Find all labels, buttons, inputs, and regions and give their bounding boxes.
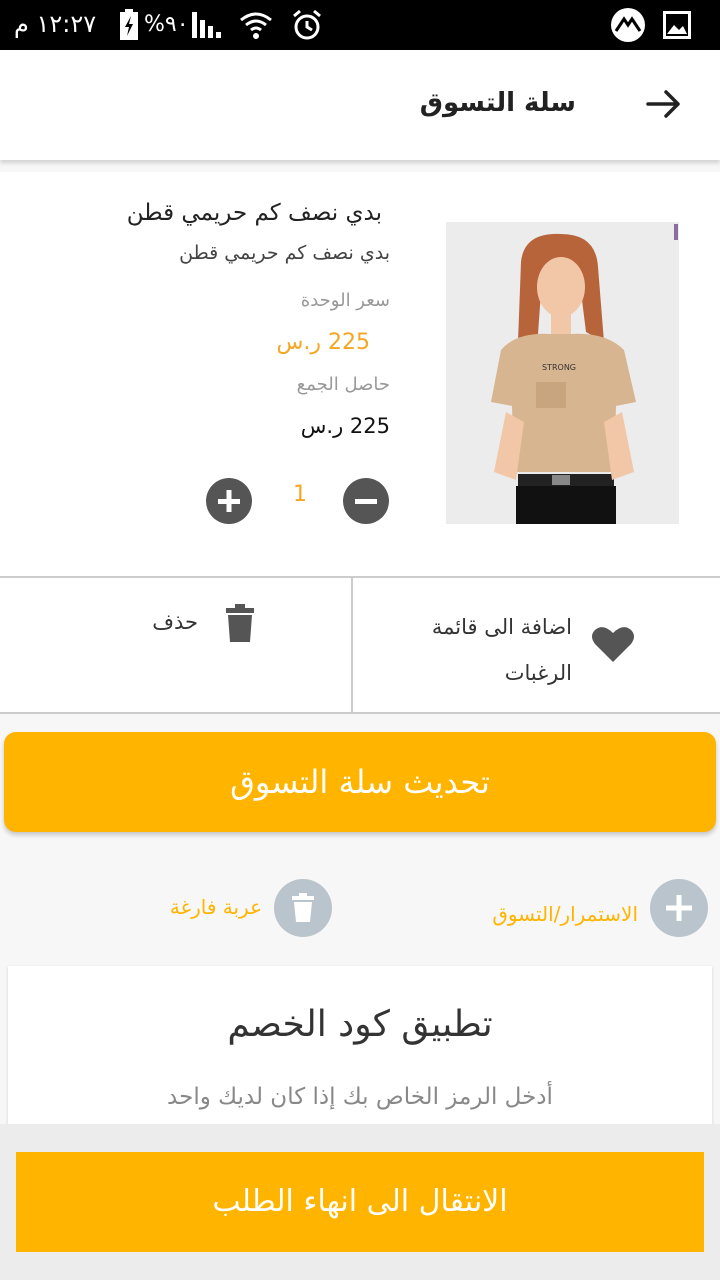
add-to-wishlist-button[interactable]: اضافة الى قائمة الرغبات [353,578,720,712]
signal-icon [190,8,226,46]
svg-text:STRONG: STRONG [542,363,576,372]
decrease-quantity-button[interactable] [343,478,389,524]
empty-cart-button[interactable] [274,879,332,937]
status-time: ١٢:٢٧ م [14,10,97,38]
arrow-right-icon[interactable] [646,88,682,124]
unit-price-label: سعر الوحدة [300,290,390,311]
checkout-button[interactable]: الانتقال الى انهاء الطلب [16,1152,704,1252]
status-bar: ١٢:٢٧ م %٩٠ [0,0,720,50]
heart-icon [591,624,635,668]
page-title: سلة التسوق [419,88,576,118]
coupon-subtitle: أدخل الرمز الخاص بك إذا كان لديك واحد [167,1084,553,1110]
coupon-title: تطبيق كود الخصم [227,1004,493,1045]
app-bar: سلة التسوق [0,50,720,160]
alarm-icon [290,8,324,46]
quantity-value: 1 [293,482,307,507]
plus-icon [218,490,240,512]
image-icon [662,10,692,44]
battery-percent: %٩٠ [144,12,189,37]
minus-icon [355,499,377,504]
wishlist-label: اضافة الى قائمة الرغبات [431,615,572,685]
delete-label: حذف [152,610,198,634]
app-icon [610,7,646,47]
unit-price: 225 ر.س [276,330,370,355]
trash-icon [224,604,256,648]
total-price: 225 ر.س [300,414,390,438]
product-description: بدي نصف كم حريمي قطن [179,242,390,264]
continue-shopping-link[interactable]: الاستمرار/التسوق [492,902,638,926]
wifi-icon [238,8,274,46]
product-name[interactable]: بدي نصف كم حريمي قطن [127,200,382,226]
coupon-card: تطبيق كود الخصم أدخل الرمز الخاص بك إذا … [8,966,712,1136]
product-image[interactable]: STRONG [446,222,679,524]
update-cart-button[interactable]: تحديث سلة التسوق [4,732,716,832]
delete-item-button[interactable]: حذف [0,578,351,712]
continue-shopping-button[interactable] [650,879,708,937]
item-actions: اضافة الى قائمة الرغبات حذف [0,576,720,714]
increase-quantity-button[interactable] [206,478,252,524]
trash-icon [292,893,314,922]
battery-icon [118,8,140,46]
empty-cart-link[interactable]: عربة فارغة [170,895,262,919]
plus-icon [666,895,692,921]
total-label: حاصل الجمع [296,374,390,395]
